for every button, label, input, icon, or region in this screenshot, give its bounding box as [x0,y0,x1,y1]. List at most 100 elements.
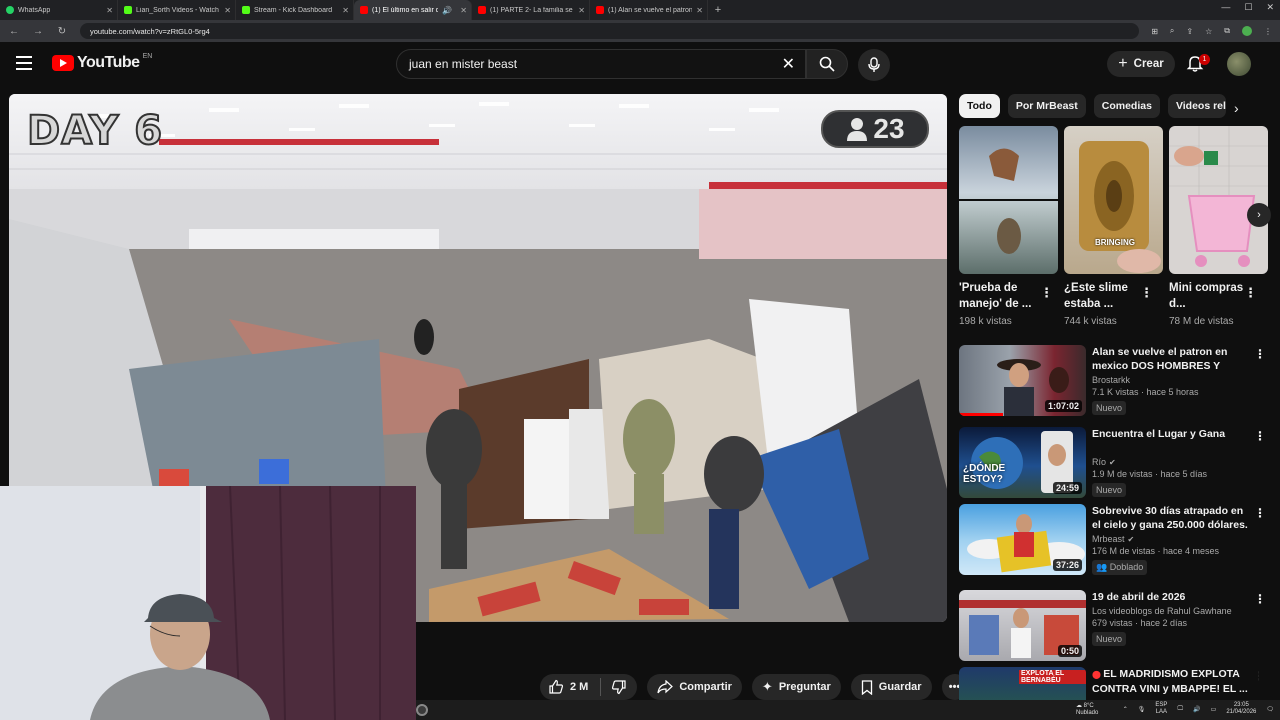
watch-progress-bar [959,413,1004,416]
window-controls: — ☐ ✕ [1221,2,1274,13]
speaker-icon[interactable]: 🔊 [442,6,452,15]
minimize-icon[interactable]: — [1221,2,1230,13]
lang-sub-label: LAA [1155,709,1168,715]
video-duration: 24:59 [1052,482,1082,494]
account-avatar[interactable] [1227,52,1251,76]
back-icon[interactable]: ← [8,26,20,37]
clear-search-icon[interactable]: ✕ [782,54,795,74]
menu-icon[interactable]: ⋮ [1264,27,1272,36]
voice-search-button[interactable] [858,49,890,81]
create-button[interactable]: + Crear [1107,51,1175,77]
forward-icon[interactable]: → [32,26,44,37]
youtube-logo[interactable]: YouTube EN [52,53,152,72]
weather-temp: 8°C [1083,703,1094,709]
youtube-icon [478,6,486,14]
channel-name[interactable]: Río ✔ [1092,457,1248,467]
translate-icon[interactable]: ⊞ [1151,27,1158,36]
channel-name[interactable]: Brostarkk [1092,375,1248,385]
battery-icon[interactable]: ▭ [1211,706,1217,713]
chevron-right-icon[interactable]: › [1234,100,1239,116]
video-thumbnail: 1:07:02 [959,345,1086,416]
more-vertical-icon[interactable]: ⋮ [1254,669,1259,683]
recommendation-item[interactable]: EXPLOTA EL BERNABÉU ⬤ EL MADRIDISMO EXPL… [959,667,1259,700]
thumbnail-text: EXPLOTA EL BERNABÉU [1019,670,1086,684]
chevron-up-icon[interactable]: ⌃ [1123,706,1128,713]
recommendation-item[interactable]: 37:26 Sobrevive 30 días atrapado en el c… [959,504,1266,580]
menu-hamburger-icon[interactable] [16,56,32,70]
url-text: youtube.com/watch?v=zRtGL0-5rg4 [90,26,210,36]
close-window-icon[interactable]: ✕ [1266,2,1274,13]
chip-comedias[interactable]: Comedias [1093,94,1160,118]
volume-icon[interactable]: 🔊 [1193,706,1200,713]
bookmark-star-icon[interactable]: ☆ [1205,27,1212,36]
tab-whatsapp[interactable]: WhatsApp ✕ [0,0,118,20]
close-tab-icon[interactable]: ✕ [696,6,703,15]
search-input[interactable]: juan en mister beast ✕ [396,49,806,79]
short-title: ¿Este slime estaba ... [1064,282,1128,310]
taskbar-app-icon[interactable] [416,704,428,716]
close-tab-icon[interactable]: ✕ [224,6,231,15]
close-tab-icon[interactable]: ✕ [460,6,467,15]
network-icon[interactable]: 🖵 [1177,706,1183,713]
video-thumbnail: 37:26 [959,504,1086,575]
mic-tray-icon[interactable]: 🎙 [1138,706,1146,713]
more-vertical-icon[interactable]: ⋮ [1254,592,1266,606]
short-views: 78 M de vistas [1169,316,1234,327]
ask-button[interactable]: ✦ Preguntar [751,674,841,700]
chip-por-mrbeast[interactable]: Por MrBeast [1007,94,1086,118]
weather-desc: Nublado [1076,710,1099,716]
clock-date: 21/04/2026 [1226,709,1257,715]
tab-kick-videos[interactable]: Lian_Sorth Videos - Watch ✕ [118,0,236,20]
recommendation-item[interactable]: 0:50 19 de abril de 2026 Los videoblogs … [959,590,1266,666]
short-more-icon[interactable]: ⋮ [1244,285,1257,301]
tab-youtube-active[interactable]: (1) El último en salir del sup 🔊 ✕ [354,0,472,20]
plus-icon: + [1118,55,1128,72]
close-tab-icon[interactable]: ✕ [342,6,349,15]
clock-time: 23:05 [1233,702,1249,708]
new-tab-button[interactable]: + [708,0,728,20]
tab-youtube-alan[interactable]: (1) Alan se vuelve el patron en ✕ [590,0,708,20]
tab-kick-dashboard[interactable]: Stream - Kick Dashboard ✕ [236,0,354,20]
maximize-icon[interactable]: ☐ [1244,2,1252,13]
more-vertical-icon[interactable]: ⋮ [1254,429,1266,443]
create-label: Crear [1133,58,1164,70]
recommendation-item[interactable]: ¿DÓNDE ESTOY? 24:59 Encuentra el Lugar y… [959,427,1266,503]
extensions-icon[interactable]: ⧉ [1224,26,1230,36]
dislike-button[interactable] [601,679,637,695]
video-meta: 679 vistas · hace 2 días [1092,618,1188,628]
clock[interactable]: 23:05 21/04/2026 [1226,702,1256,716]
kick-icon [124,6,132,14]
chip-todo[interactable]: Todo [959,94,1000,118]
reload-icon[interactable]: ↻ [56,26,68,37]
close-tab-icon[interactable]: ✕ [578,6,585,15]
zoom-icon[interactable]: ⌕ [1170,26,1174,36]
close-tab-icon[interactable]: ✕ [106,6,113,15]
video-title: Alan se vuelve el patron en mexico DOS H… [1092,346,1228,372]
browser-toolbar: ← → ↻ youtube.com/watch?v=zRtGL0-5rg4 ⊞ … [0,20,1280,42]
recommendation-item[interactable]: 1:07:02 Alan se vuelve el patron en mexi… [959,345,1266,421]
notification-center-icon[interactable]: 🗨 [1266,706,1274,713]
short-more-icon[interactable]: ⋮ [1040,285,1053,301]
video-thumbnail: EXPLOTA EL BERNABÉU [959,667,1086,700]
search-button[interactable] [806,49,848,79]
share-button[interactable]: Compartir [647,674,742,700]
more-vertical-icon[interactable]: ⋮ [1254,506,1266,520]
short-more-icon[interactable]: ⋮ [1140,285,1153,301]
weather-widget[interactable]: ☁ 8°C Nublado [1076,703,1098,717]
lang-indicator[interactable]: ESP LAA [1155,702,1167,716]
video-meta: 1.9 M de vistas · hace 5 días [1092,469,1208,479]
tab-youtube-parte2[interactable]: (1) PARTE 2- La familia se c ✕ [472,0,590,20]
profile-icon[interactable] [1242,26,1252,36]
video-info: Sobrevive 30 días atrapado en el cielo y… [1092,504,1248,575]
save-button[interactable]: Guardar [850,674,932,700]
tab-title: (1) Alan se vuelve el patron en [608,6,693,14]
channel-name[interactable]: Los videoblogs de Rahul Gawhane [1092,606,1248,616]
like-button[interactable]: 2 M [540,678,602,696]
address-bar[interactable]: youtube.com/watch?v=zRtGL0-5rg4 [80,23,1140,39]
verified-icon: ✔ [1127,534,1135,544]
chip-videos-relacionados[interactable]: Videos rela [1167,94,1226,118]
channel-name[interactable]: Mrbeast ✔ [1092,534,1248,544]
more-vertical-icon[interactable]: ⋮ [1254,347,1266,361]
share-icon[interactable]: ⇪ [1186,27,1193,36]
shorts-next-button[interactable]: › [1247,203,1271,227]
